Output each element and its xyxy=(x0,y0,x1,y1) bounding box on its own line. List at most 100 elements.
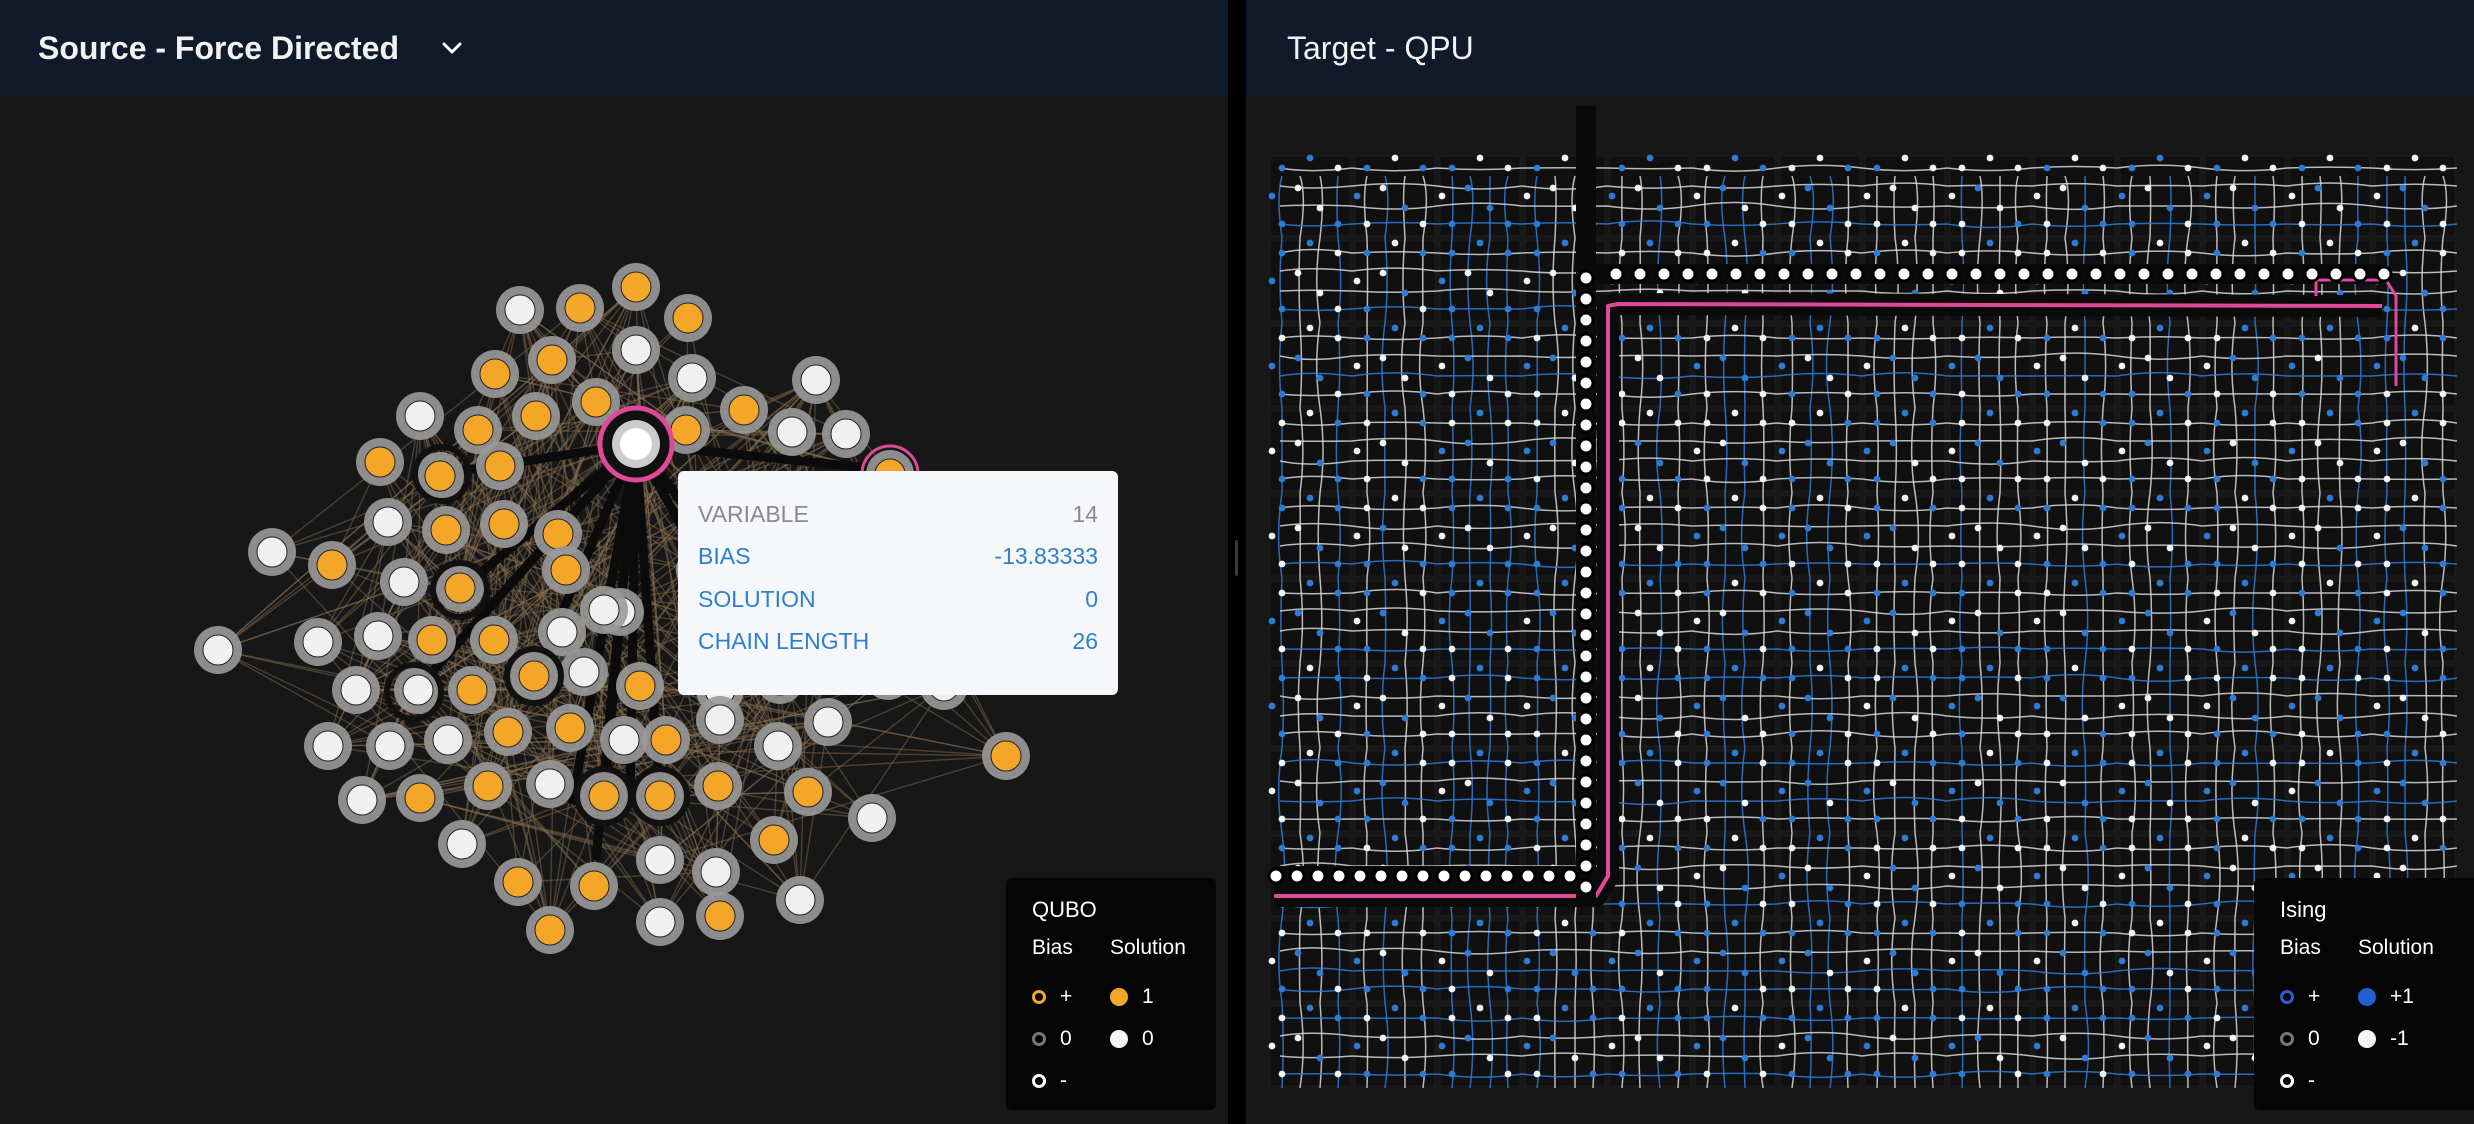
qubit-minus-one xyxy=(1561,919,1569,927)
chain-qubit xyxy=(2111,265,2129,283)
qubit-minus-one xyxy=(2014,560,2022,568)
qubit-plus-one xyxy=(1741,459,1749,467)
ising-legend: Ising Bias Solution + +1 0 -1 - xyxy=(2254,878,2474,1110)
qubit-minus-one xyxy=(1911,544,1919,552)
target-title: Target - QPU xyxy=(1287,29,1474,66)
chain-qubit xyxy=(1577,605,1595,623)
qubit-minus-one xyxy=(1911,629,1919,637)
qubit-plus-one xyxy=(2354,390,2362,398)
qubit-plus-one xyxy=(2128,1070,2136,1078)
variable-node-one xyxy=(750,816,798,864)
qubit-plus-one xyxy=(2203,532,2211,540)
legend-bias-header: Bias xyxy=(1032,936,1073,959)
divider-grip-handle[interactable] xyxy=(1235,540,1238,576)
qubit-plus-one xyxy=(1363,1070,1371,1078)
qubit-plus-one xyxy=(1788,390,1796,398)
qubit-minus-one xyxy=(2251,799,2259,807)
variable-node-zero xyxy=(848,794,896,842)
qubit-minus-one xyxy=(1911,204,1919,212)
qubit-minus-one xyxy=(1948,532,1956,540)
qubit-minus-one xyxy=(1929,475,1937,483)
qubit-minus-one xyxy=(1334,985,1342,993)
variable-tooltip: VARIABLE 14 BIAS -13.83333 SOLUTION 0 CH… xyxy=(678,471,1118,695)
qubit-minus-one xyxy=(2059,864,2067,872)
qubit-plus-one xyxy=(1476,919,1484,927)
qubit-minus-one xyxy=(1533,390,1541,398)
qubit-minus-one xyxy=(1929,844,1937,852)
qubit-plus-one xyxy=(2229,779,2237,787)
qubit-plus-one xyxy=(1533,815,1541,823)
qubit-minus-one xyxy=(1618,815,1626,823)
qubit-plus-one xyxy=(2166,884,2174,892)
qubit-minus-one xyxy=(2326,749,2334,757)
chain-qubit xyxy=(2255,265,2273,283)
qubit-plus-one xyxy=(1334,759,1342,767)
qubit-plus-one xyxy=(2439,674,2447,682)
chain-qubit xyxy=(1823,265,1841,283)
qubit-plus-one xyxy=(2251,204,2259,212)
qubit-minus-one xyxy=(1533,730,1541,738)
qubit-minus-one xyxy=(1486,374,1494,382)
chain-qubit xyxy=(1351,867,1369,885)
qubit-plus-one xyxy=(1703,560,1711,568)
qubit-minus-one xyxy=(1889,184,1897,192)
qubit-plus-one xyxy=(2033,787,2041,795)
qubit-plus-one xyxy=(1533,759,1541,767)
qubit-plus-one xyxy=(1549,694,1557,702)
variable-node-zero xyxy=(496,286,544,334)
qubit-minus-one xyxy=(1788,844,1796,852)
qubit-minus-one xyxy=(1419,759,1427,767)
variable-node-one xyxy=(784,768,832,816)
qubit-minus-one xyxy=(2203,617,2211,625)
qubit-minus-one xyxy=(2269,844,2277,852)
qubit-minus-one xyxy=(2059,779,2067,787)
qubit-minus-one xyxy=(1804,354,1812,362)
qubit-plus-one xyxy=(1278,475,1286,483)
qubit-minus-one xyxy=(2156,239,2164,247)
qubit-plus-one xyxy=(1448,475,1456,483)
variable-node-zero xyxy=(636,836,684,884)
qubit-plus-one xyxy=(1504,305,1512,313)
qubit-plus-one xyxy=(1533,560,1541,568)
qubit-minus-one xyxy=(1703,419,1711,427)
qubit-plus-one xyxy=(1504,560,1512,568)
qubit-plus-one xyxy=(1986,664,1994,672)
qubit-plus-one xyxy=(1703,1014,1711,1022)
qubit-plus-one xyxy=(1759,929,1767,937)
qubit-plus-one xyxy=(1549,1034,1557,1042)
qubit-minus-one xyxy=(1486,544,1494,552)
qubit-plus-one xyxy=(1379,524,1387,532)
qubit-minus-one xyxy=(2203,362,2211,370)
qubit-minus-one xyxy=(2033,617,2041,625)
qubit-plus-one xyxy=(2099,504,2107,512)
qubit-minus-one xyxy=(2383,645,2391,653)
qubit-minus-one xyxy=(2411,834,2419,842)
qubit-minus-one xyxy=(1741,799,1749,807)
qubit-plus-one xyxy=(1278,730,1286,738)
qubit-minus-one xyxy=(1523,532,1531,540)
qubit-plus-one xyxy=(1363,759,1371,767)
qubo-legend: QUBO Bias Solution + 1 0 0 - xyxy=(1006,878,1216,1110)
qubit-minus-one xyxy=(2298,730,2306,738)
variable-node-zero xyxy=(332,666,380,714)
white-ring-icon xyxy=(2280,1074,2294,1088)
qubit-plus-one xyxy=(1448,305,1456,313)
qubit-minus-one xyxy=(1693,447,1701,455)
qubit-plus-one xyxy=(2439,759,2447,767)
qubit-plus-one xyxy=(2241,1004,2249,1012)
qubit-plus-one xyxy=(1401,799,1409,807)
qubit-plus-one xyxy=(1873,334,1881,342)
qubit-plus-one xyxy=(2354,645,2362,653)
qubit-minus-one xyxy=(2269,645,2277,653)
qubit-plus-one xyxy=(2288,362,2296,370)
qubit-plus-one xyxy=(1804,439,1812,447)
qubit-plus-one xyxy=(2033,1042,2041,1050)
qubit-plus-one xyxy=(2184,390,2192,398)
qubit-minus-one xyxy=(1533,844,1541,852)
qubit-minus-one xyxy=(2439,220,2447,228)
chevron-down-icon[interactable] xyxy=(435,31,469,65)
legend-solution-minus-one: -1 xyxy=(2358,1018,2458,1060)
qubit-plus-one xyxy=(1703,900,1711,908)
qubit-minus-one xyxy=(2314,354,2322,362)
variable-node-one xyxy=(636,772,684,820)
